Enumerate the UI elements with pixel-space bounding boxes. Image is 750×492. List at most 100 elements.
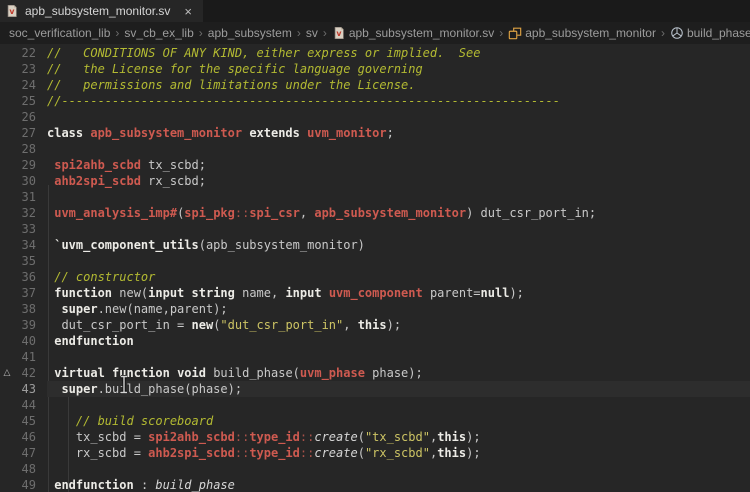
gutter-decoration <box>0 221 14 237</box>
line-number[interactable]: 34 <box>14 237 36 253</box>
code-line[interactable]: 43 super.build_phase(phase); <box>0 381 750 397</box>
code-line[interactable]: 49 endfunction : build_phase <box>0 477 750 492</box>
gutter-decoration <box>0 349 14 365</box>
breadcrumb-item-soc_verification_lib[interactable]: soc_verification_lib <box>8 26 111 40</box>
breadcrumb-item-build_phase[interactable]: build_phase() <box>669 26 750 40</box>
code-text <box>47 461 750 477</box>
gutter-padding <box>36 77 47 93</box>
svg-text:v: v <box>9 7 15 16</box>
line-number[interactable]: 49 <box>14 477 36 492</box>
line-number[interactable]: 45 <box>14 413 36 429</box>
code-line[interactable]: 33 <box>0 221 750 237</box>
code-text: function new(input string name, input uv… <box>47 285 750 301</box>
breadcrumb-label: sv <box>306 26 318 40</box>
code-line[interactable]: 44 <box>0 397 750 413</box>
line-number[interactable]: 48 <box>14 461 36 477</box>
gutter-decoration <box>0 189 14 205</box>
code-line[interactable]: 38 super.new(name,parent); <box>0 301 750 317</box>
line-number[interactable]: 42 <box>14 365 36 381</box>
code-line[interactable]: 35 <box>0 253 750 269</box>
line-number[interactable]: 44 <box>14 397 36 413</box>
line-number[interactable]: 31 <box>14 189 36 205</box>
code-text: // the License for the specific language… <box>47 61 750 77</box>
code-line[interactable]: 41 <box>0 349 750 365</box>
code-text <box>47 349 750 365</box>
code-line[interactable]: 29 spi2ahb_scbd tx_scbd; <box>0 157 750 173</box>
code-line[interactable]: 26 <box>0 109 750 125</box>
gutter-decoration <box>0 285 14 301</box>
gutter-marker-icon: △ <box>0 365 14 381</box>
line-number[interactable]: 39 <box>14 317 36 333</box>
line-number[interactable]: 43 <box>14 381 36 397</box>
line-number[interactable]: 32 <box>14 205 36 221</box>
line-number[interactable]: 27 <box>14 125 36 141</box>
line-number[interactable]: 41 <box>14 349 36 365</box>
code-line[interactable]: 25//------------------------------------… <box>0 93 750 109</box>
line-number[interactable]: 22 <box>14 45 36 61</box>
close-icon[interactable]: × <box>182 5 194 18</box>
code-line[interactable]: △42 virtual function void build_phase(uv… <box>0 365 750 381</box>
code-line[interactable]: 28 <box>0 141 750 157</box>
line-number[interactable]: 30 <box>14 173 36 189</box>
code-line[interactable]: 30 ahb2spi_scbd rx_scbd; <box>0 173 750 189</box>
breadcrumb-item-apb_subsystem_monitor[interactable]: apb_subsystem_monitor <box>507 26 657 40</box>
code-line[interactable]: 32 uvm_analysis_imp#(spi_pkg::spi_csr, a… <box>0 205 750 221</box>
breadcrumb-label: apb_subsystem <box>208 26 292 40</box>
code-line[interactable]: 46 tx_scbd = spi2ahb_scbd::type_id::crea… <box>0 429 750 445</box>
code-line[interactable]: 48 <box>0 461 750 477</box>
code-line[interactable]: 22// CONDITIONS OF ANY KIND, either expr… <box>0 45 750 61</box>
code-line[interactable]: 24// permissions and limitations under t… <box>0 77 750 93</box>
code-line[interactable]: 34 `uvm_component_utils(apb_subsystem_mo… <box>0 237 750 253</box>
gutter-decoration <box>0 477 14 492</box>
line-number[interactable]: 25 <box>14 93 36 109</box>
gutter-padding <box>36 93 47 109</box>
code-text: super.new(name,parent); <box>47 301 750 317</box>
gutter-padding <box>36 237 47 253</box>
code-text: rx_scbd = ahb2spi_scbd::type_id::create(… <box>47 445 750 461</box>
breadcrumb-item-apb_subsystem[interactable]: apb_subsystem <box>207 26 293 40</box>
breadcrumb-item-sv[interactable]: sv <box>305 26 319 40</box>
line-number[interactable]: 28 <box>14 141 36 157</box>
code-line[interactable]: 27class apb_subsystem_monitor extends uv… <box>0 125 750 141</box>
breadcrumb-label: build_phase() <box>687 26 750 40</box>
line-number[interactable]: 37 <box>14 285 36 301</box>
line-number[interactable]: 36 <box>14 269 36 285</box>
line-number[interactable]: 46 <box>14 429 36 445</box>
code-line[interactable]: 47 rx_scbd = ahb2spi_scbd::type_id::crea… <box>0 445 750 461</box>
line-number[interactable]: 40 <box>14 333 36 349</box>
method-icon <box>670 26 684 40</box>
code-line[interactable]: 37 function new(input string name, input… <box>0 285 750 301</box>
line-number[interactable]: 35 <box>14 253 36 269</box>
code-line[interactable]: 36 // constructor <box>0 269 750 285</box>
breadcrumb-label: apb_subsystem_monitor <box>525 26 656 40</box>
line-number[interactable]: 47 <box>14 445 36 461</box>
breadcrumb-item-apb_subsystem_monitor.sv[interactable]: vapb_subsystem_monitor.sv <box>331 26 495 40</box>
gutter-padding <box>36 333 47 349</box>
line-number[interactable]: 33 <box>14 221 36 237</box>
code-line[interactable]: 23 // the License for the specific langua… <box>0 61 750 77</box>
gutter-padding <box>36 109 47 125</box>
gutter-decoration <box>0 253 14 269</box>
breadcrumb-separator-icon: › <box>199 26 203 40</box>
tab-apb-subsystem-monitor[interactable]: v apb_subsystem_monitor.sv × <box>0 0 203 22</box>
line-number[interactable]: 38 <box>14 301 36 317</box>
breadcrumb-item-sv_cb_ex_lib[interactable]: sv_cb_ex_lib <box>123 26 194 40</box>
code-text: spi2ahb_scbd tx_scbd; <box>47 157 750 173</box>
code-line[interactable]: 39 dut_csr_port_in = new("dut_csr_port_i… <box>0 317 750 333</box>
code-line[interactable]: 31 <box>0 189 750 205</box>
code-editor[interactable]: 22// CONDITIONS OF ANY KIND, either expr… <box>0 44 750 492</box>
gutter-padding <box>36 141 47 157</box>
code-text: super.build_phase(phase); <box>47 381 750 397</box>
line-number[interactable]: 26 <box>14 109 36 125</box>
line-number[interactable]: 23 <box>14 61 36 77</box>
breadcrumb-label: apb_subsystem_monitor.sv <box>349 26 494 40</box>
line-number[interactable]: 24 <box>14 77 36 93</box>
code-line[interactable]: 45 // build scoreboard <box>0 413 750 429</box>
code-line[interactable]: 40 endfunction <box>0 333 750 349</box>
code-text <box>47 141 750 157</box>
systemverilog-file-icon: v <box>5 4 19 18</box>
line-number[interactable]: 29 <box>14 157 36 173</box>
code-text: endfunction : build_phase <box>47 477 750 492</box>
breadcrumb-separator-icon: › <box>323 26 327 40</box>
tab-title: apb_subsystem_monitor.sv <box>25 4 170 18</box>
